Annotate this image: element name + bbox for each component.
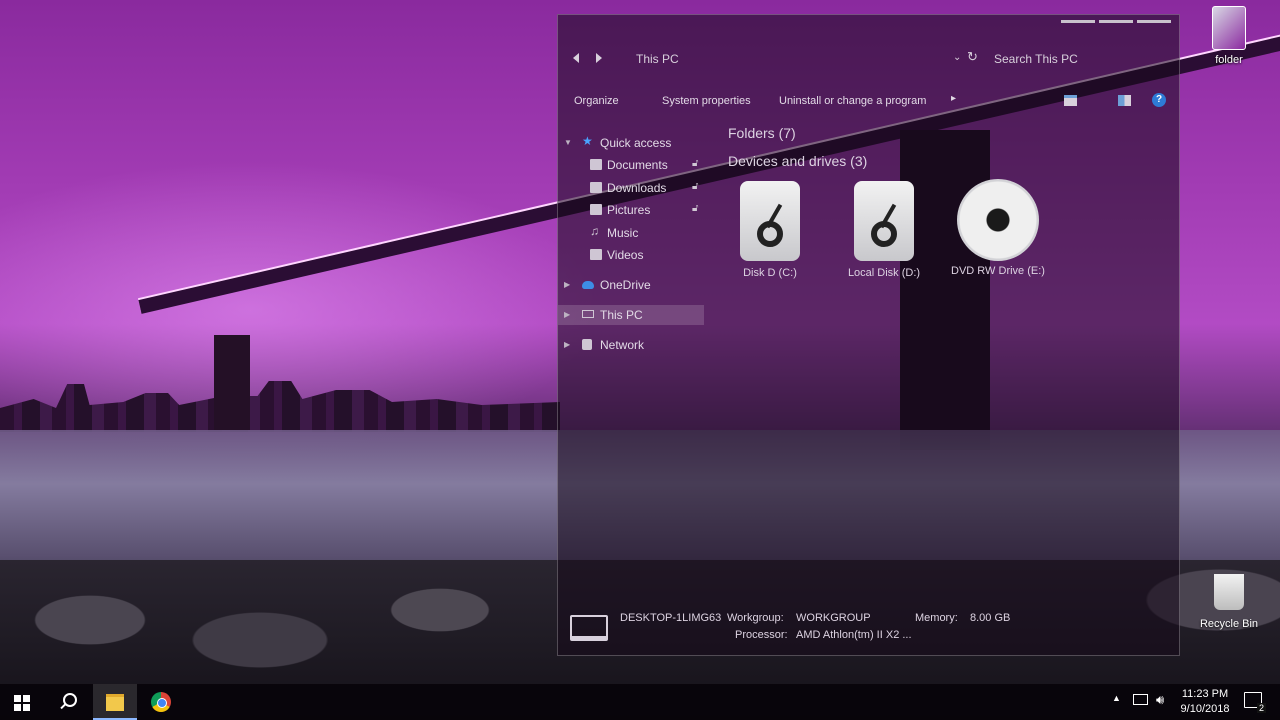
pin-icon: 🔓︎ (692, 158, 699, 169)
expand-right-icon[interactable]: ▶ (564, 340, 570, 349)
show-hidden-icons-icon[interactable]: ▲ (1112, 693, 1121, 720)
drive-item[interactable]: Disk D (C:) (720, 179, 820, 280)
hard-disk-icon (854, 181, 914, 261)
refresh-icon[interactable]: ↻ (967, 49, 978, 65)
group-header-devices[interactable]: Devices and drives (3) (728, 153, 867, 169)
organize-button[interactable]: Organize (574, 95, 619, 107)
nav-item-label: Pictures (607, 203, 651, 217)
computer-icon (582, 310, 594, 318)
desktop-icon-recycle-bin[interactable]: Recycle Bin (1196, 570, 1262, 630)
nav-item-label: Videos (607, 248, 644, 262)
documents-icon (590, 159, 602, 170)
address-bar: This PC ⌄ ↻ Search This PC (558, 45, 1179, 71)
forward-arrow-icon[interactable] (596, 53, 602, 63)
drive-label: Local Disk (D:) (847, 267, 921, 279)
processor-label: Processor: (735, 629, 788, 641)
memory-value: 8.00 GB (970, 612, 1011, 624)
desktop-icon-label: folder (1215, 54, 1243, 66)
action-center-icon[interactable]: 2 (1244, 692, 1266, 713)
group-header-folders[interactable]: Folders (7) (728, 125, 796, 141)
windows-logo-icon (23, 695, 30, 702)
system-clock[interactable]: 11:23 PM 9/10/2018 (1174, 687, 1236, 717)
optical-disc-icon (957, 179, 1039, 261)
workgroup-label: Workgroup: (727, 612, 784, 624)
laptop-icon (570, 615, 608, 641)
nav-item-this-pc[interactable]: ▶ This PC (558, 305, 704, 325)
nav-item-label: Quick access (600, 136, 672, 150)
system-properties-button[interactable]: System properties (662, 95, 751, 107)
star-icon: ★ (582, 134, 593, 148)
pin-icon: 🔓︎ (692, 203, 699, 214)
close-button[interactable] (1137, 20, 1171, 23)
file-explorer-window: This PC ⌄ ↻ Search This PC Organize Syst… (557, 14, 1180, 656)
notification-count-badge: 2 (1256, 703, 1266, 713)
nav-item-label: Network (600, 338, 645, 352)
hard-disk-icon (740, 181, 800, 261)
clock-time: 11:23 PM (1181, 688, 1229, 700)
clock-date: 9/10/2018 (1180, 703, 1230, 715)
drive-item[interactable]: Local Disk (D:) (834, 179, 934, 280)
recycle-bin-icon (1214, 574, 1244, 610)
windows-logo-icon (14, 704, 21, 711)
nav-item-onedrive[interactable]: ▶ OneDrive (558, 275, 704, 295)
desktop-icon-folder[interactable]: folder (1200, 6, 1258, 66)
nav-item-videos[interactable]: Videos (558, 245, 704, 265)
taskbar-chrome-icon[interactable] (139, 684, 183, 720)
nav-item-music[interactable]: ♫ Music (558, 223, 704, 243)
music-icon: ♫ (590, 224, 599, 238)
drive-item[interactable]: DVD RW Drive (E:) (948, 179, 1048, 278)
expand-right-icon[interactable]: ▶ (564, 280, 570, 289)
memory-label: Memory: (915, 612, 958, 624)
nav-item-label: Downloads (607, 181, 667, 195)
command-bar: Organize System properties Uninstall or … (558, 93, 1179, 113)
nav-item-quick-access[interactable]: ▼ ★ Quick access (558, 133, 704, 153)
chevron-down-icon[interactable]: ⌄ (953, 52, 961, 63)
expand-down-icon[interactable]: ▼ (564, 138, 572, 147)
maximize-button[interactable] (1099, 20, 1133, 23)
workgroup-value: WORKGROUP (796, 612, 871, 624)
minimize-button[interactable] (1061, 20, 1095, 23)
nav-item-label: Documents (607, 158, 668, 172)
cloud-icon (582, 281, 594, 289)
downloads-icon (590, 182, 602, 193)
uninstall-program-button[interactable]: Uninstall or change a program (779, 95, 926, 107)
pin-icon: 🔓︎ (692, 181, 699, 192)
videos-icon (590, 249, 602, 260)
preview-pane-icon[interactable] (1118, 95, 1131, 106)
nav-item-documents[interactable]: Documents 🔓︎ (558, 155, 704, 175)
wallpaper-bridge-tower (214, 335, 250, 430)
back-arrow-icon[interactable] (573, 53, 579, 63)
more-commands-icon[interactable]: ▸ (951, 93, 956, 104)
nav-item-label: This PC (600, 308, 643, 322)
drive-label: Disk D (C:) (743, 267, 797, 279)
nav-item-label: OneDrive (600, 278, 651, 292)
desktop-icon-label: Recycle Bin (1199, 618, 1259, 630)
taskbar: ▲ 🔊︎ 11:23 PM 9/10/2018 2 (0, 684, 1280, 720)
expand-right-icon[interactable]: ▶ (564, 310, 570, 319)
start-button[interactable] (0, 684, 44, 720)
window-controls (1061, 20, 1171, 23)
windows-logo-icon (14, 695, 21, 702)
folder-icon (1212, 6, 1246, 50)
nav-item-downloads[interactable]: Downloads 🔓︎ (558, 178, 704, 198)
windows-logo-icon (23, 704, 30, 711)
pictures-icon (590, 204, 602, 215)
drive-label: DVD RW Drive (E:) (951, 265, 1045, 277)
processor-value: AMD Athlon(tm) II X2 ... (796, 629, 912, 641)
taskbar-file-explorer-icon[interactable] (93, 684, 137, 720)
nav-item-network[interactable]: ▶ Network (558, 335, 704, 355)
search-icon[interactable] (50, 684, 86, 720)
network-icon (582, 339, 592, 350)
search-input[interactable]: Search This PC (994, 52, 1078, 66)
details-pane: DESKTOP-1LIMG63 Workgroup: WORKGROUP Mem… (558, 607, 1179, 655)
address-breadcrumb[interactable]: This PC (636, 52, 679, 66)
network-status-icon[interactable] (1133, 694, 1148, 705)
help-icon[interactable]: ? (1152, 93, 1166, 107)
volume-icon[interactable]: 🔊︎ (1156, 692, 1164, 720)
change-view-icon[interactable] (1064, 95, 1077, 106)
computer-name: DESKTOP-1LIMG63 (620, 612, 722, 624)
nav-item-pictures[interactable]: Pictures 🔓︎ (558, 200, 704, 220)
nav-item-label: Music (607, 226, 639, 240)
